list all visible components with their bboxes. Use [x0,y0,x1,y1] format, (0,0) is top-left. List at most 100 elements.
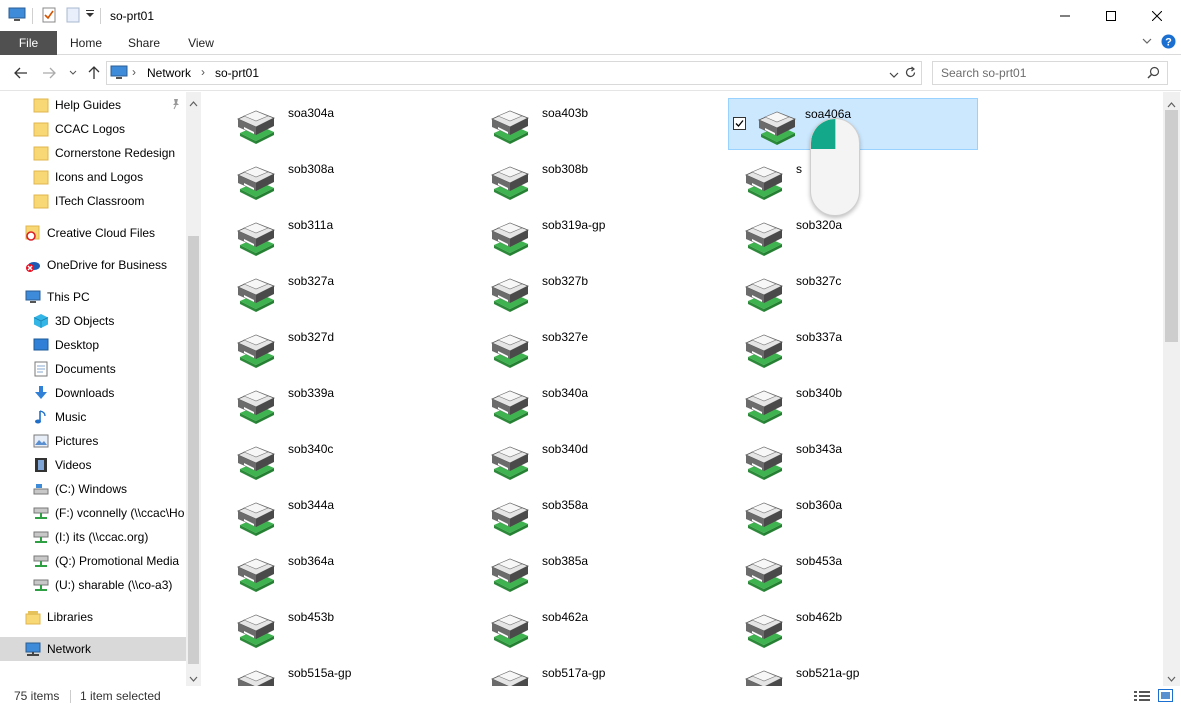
breadcrumb-chevron-icon[interactable]: › [201,65,205,79]
up-arrow-icon[interactable] [85,64,103,82]
nav-item-this-pc[interactable]: This PC [0,285,186,309]
nav-item-network[interactable]: Network [0,637,186,661]
printer-item[interactable]: sob311a [218,210,468,262]
nav-item-icons-and-logos[interactable]: Icons and Logos [0,165,186,189]
search-icon[interactable] [1147,66,1160,82]
nav-item-pictures[interactable]: Pictures [0,429,186,453]
nav-item-u-sharable-co-a3[interactable]: (U:) sharable (\\co-a3) [0,573,186,597]
nav-item-itech-classroom[interactable]: ITech Classroom [0,189,186,213]
content-scrollbar-thumb[interactable] [1165,110,1178,342]
nav-item-desktop[interactable]: Desktop [0,333,186,357]
nav-item-creative-cloud-files[interactable]: Creative Cloud Files [0,221,186,245]
scroll-up-chevron-icon[interactable] [1167,97,1176,111]
nav-item-libraries[interactable]: Libraries [0,605,186,629]
tab-share[interactable]: Share [122,31,166,55]
printer-item[interactable]: sob340c [218,434,468,486]
nav-item-documents[interactable]: Documents [0,357,186,381]
printer-item[interactable]: sob327a [218,266,468,318]
printer-item[interactable]: sob337a [726,322,976,374]
forward-arrow-icon[interactable] [40,64,58,82]
minimize-button[interactable] [1042,0,1088,31]
printer-item[interactable]: sob515a-gp [218,658,468,686]
nav-item-cornerstone-redesign[interactable]: Cornerstone Redesign [0,141,186,165]
computer-icon [110,65,128,83]
customize-dropdown-icon[interactable] [86,10,94,18]
nav-item-help-guides[interactable]: Help Guides [0,93,186,117]
printer-item[interactable]: sob320a [726,210,976,262]
address-dropdown-chevron-icon[interactable] [889,68,899,82]
printer-item[interactable]: sob340a [472,378,722,430]
recent-locations-chevron-icon[interactable] [64,64,82,82]
nav-item-onedrive-for-business[interactable]: OneDrive for Business [0,253,186,277]
printer-item[interactable]: sob339a [218,378,468,430]
maximize-button[interactable] [1088,0,1134,31]
expand-ribbon-chevron-icon[interactable] [1141,35,1153,50]
address-bar[interactable]: › Network › so-prt01 [106,61,922,85]
nav-item-f-vconnelly-ccac-ho[interactable]: (F:) vconnelly (\\ccac\Ho [0,501,186,525]
printer-icon [488,497,532,537]
nav-item-videos[interactable]: Videos [0,453,186,477]
printer-item[interactable]: sob327c [726,266,976,318]
nav-item-label: Cornerstone Redesign [55,146,176,160]
printer-item[interactable]: sob327d [218,322,468,374]
nav-item-3d-objects[interactable]: 3D Objects [0,309,186,333]
printer-item[interactable]: sob364a [218,546,468,598]
printer-item[interactable]: sob340b [726,378,976,430]
printer-item[interactable]: sob327e [472,322,722,374]
computer-icon[interactable] [8,7,26,22]
breadcrumb-network[interactable]: Network [147,66,191,80]
printer-icon [742,497,786,537]
printer-item[interactable]: sob340d [472,434,722,486]
printer-item[interactable]: sob462a [472,602,722,654]
tab-view[interactable]: View [180,31,222,55]
nav-item-q-promotional-media[interactable]: (Q:) Promotional Media [0,549,186,573]
printer-item[interactable]: sob308a [218,154,468,206]
printer-item[interactable]: sob360a [726,490,976,542]
printer-item[interactable]: sob453a [726,546,976,598]
nav-item-ccac-logos[interactable]: CCAC Logos [0,117,186,141]
printer-item[interactable]: sob517a-gp [472,658,722,686]
search-input[interactable]: Search so-prt01 [932,61,1168,85]
printer-item[interactable]: sob385a [472,546,722,598]
nav-scrollbar[interactable] [186,92,201,686]
nav-item-music[interactable]: Music [0,405,186,429]
scroll-down-chevron-icon[interactable] [189,672,198,686]
nav-item-downloads[interactable]: Downloads [0,381,186,405]
tab-home[interactable]: Home [64,31,108,55]
network-icon [25,641,41,657]
content-scrollbar[interactable] [1163,92,1180,686]
nav-scrollbar-thumb[interactable] [188,236,199,664]
nav-item-c-windows[interactable]: (C:) Windows [0,477,186,501]
scroll-down-chevron-icon[interactable] [1167,672,1176,686]
printer-item[interactable]: sob327b [472,266,722,318]
scroll-up-chevron-icon[interactable] [189,96,198,110]
tab-file[interactable]: File [0,31,57,55]
breadcrumb-so-prt01[interactable]: so-prt01 [215,66,259,80]
new-folder-icon[interactable] [66,7,80,23]
details-view-icon[interactable] [1134,690,1150,705]
printer-item[interactable]: soa304a [218,98,468,150]
printer-item[interactable]: sob344a [218,490,468,542]
close-button[interactable] [1134,0,1180,31]
nav-item-i-its-ccac-org[interactable]: (I:) its (\\ccac.org) [0,525,186,549]
refresh-icon[interactable] [904,66,917,82]
selection-checkbox[interactable] [733,117,746,130]
nav-item-label: (C:) Windows [55,482,128,496]
breadcrumb-chevron-icon[interactable]: › [132,65,136,79]
printer-item[interactable]: sob308b [472,154,722,206]
properties-check-icon[interactable] [42,7,56,23]
large-icons-view-icon[interactable] [1158,689,1173,705]
printer-item[interactable]: sob521a-gp [726,658,976,686]
pictures-icon [33,433,49,449]
printer-item[interactable]: sob358a [472,490,722,542]
printer-item[interactable]: sob343a [726,434,976,486]
help-icon[interactable]: ? [1161,34,1176,52]
back-arrow-icon[interactable] [12,64,30,82]
printer-item[interactable]: sob462b [726,602,976,654]
printer-item[interactable]: soa403b [472,98,722,150]
printer-item[interactable]: sob319a-gp [472,210,722,262]
printer-name: sob340a [542,386,589,400]
pin-icon[interactable] [170,98,182,113]
printer-item[interactable]: sob453b [218,602,468,654]
printer-name: sob340d [542,442,589,456]
